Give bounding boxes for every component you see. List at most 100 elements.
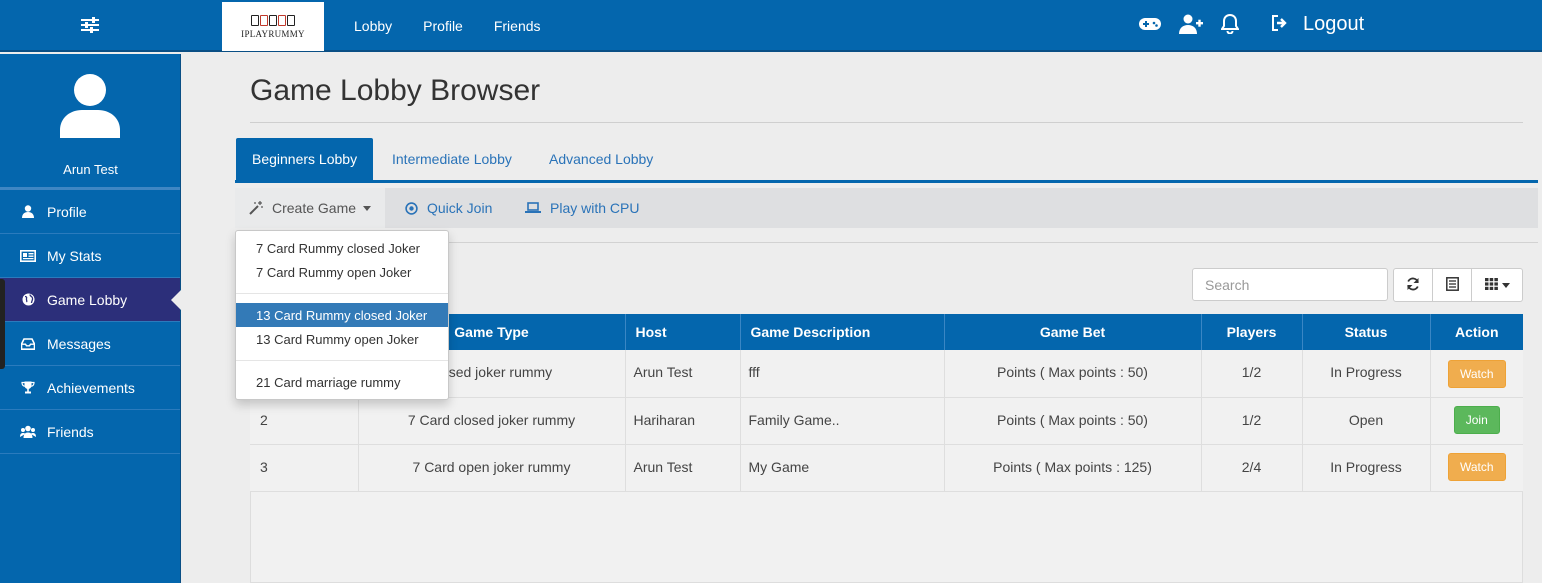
laptop-icon [525,202,541,214]
user-icon [20,205,36,218]
watch-button[interactable]: Watch [1447,452,1506,481]
target-icon [405,201,418,215]
list-view-icon [1445,276,1459,294]
brand-logo[interactable]: IPLAYRUMMY [222,2,324,51]
nav-profile-link[interactable]: Profile [423,18,463,34]
cell-description: fff [740,350,945,398]
cell-host: Hariharan [625,397,741,445]
column-header-action[interactable]: Action [1430,314,1523,350]
sidebar-item-game-lobby[interactable]: Game Lobby [0,278,181,322]
sidebar-item-friends[interactable]: Friends [0,410,180,454]
sidebar-item-messages[interactable]: Messages [0,322,180,366]
divider [250,122,1523,123]
sidebar: Arun Test Profile My Stats Game Lobby Me… [0,54,181,583]
bell-icon[interactable] [1221,14,1239,34]
play-with-cpu-button[interactable]: Play with CPU [525,188,639,228]
refresh-icon [1406,277,1420,294]
globe-icon [20,293,36,306]
refresh-button[interactable] [1393,268,1433,302]
table-row[interactable]: 3 7 Card open joker rummy Arun Test My G… [250,444,1523,492]
nav-friends-link[interactable]: Friends [494,18,541,34]
top-icons: Logout [1139,10,1364,38]
cell-game-bet: Points ( Max points : 50) [944,397,1202,445]
sidebar-item-my-stats[interactable]: My Stats [0,234,180,278]
tab-intermediate-lobby[interactable]: Intermediate Lobby [392,138,512,180]
create-game-button[interactable]: Create Game [235,188,386,228]
stats-card-icon [20,249,36,262]
logout-label: Logout [1303,12,1365,35]
create-game-dropdown-menu: 7 Card Rummy closed Joker 7 Card Rummy o… [235,230,449,400]
cell-action: Watch [1430,350,1523,398]
sliders-icon [81,16,99,36]
cell-game-bet: Points ( Max points : 125) [944,444,1202,492]
chevron-down-icon [363,205,372,211]
gamepad-icon[interactable] [1139,17,1161,31]
sidebar-item-label: Friends [47,423,94,440]
column-header-game-description[interactable]: Game Description [740,314,945,350]
menu-divider [236,293,448,294]
column-header-players[interactable]: Players [1201,314,1303,350]
cell-host: Arun Test [625,444,741,492]
sidebar-item-label: Game Lobby [47,291,128,308]
cell-players: 1/2 [1201,397,1303,445]
add-user-icon[interactable] [1179,14,1203,34]
cell-status: In Progress [1302,444,1431,492]
cards-logo-graphic [251,14,295,26]
magic-wand-icon [249,201,263,215]
search-input[interactable] [1192,268,1388,301]
cell-id: 3 [250,444,359,492]
toggle-view-button[interactable] [1433,268,1472,302]
top-navbar: IPLAYRUMMY Lobby Profile Friends Logout [0,0,1542,52]
inbox-icon [20,337,36,350]
menu-item-13-card-closed-joker[interactable]: 13 Card Rummy closed Joker [236,303,448,327]
play-with-cpu-label: Play with CPU [550,200,640,216]
sidebar-item-label: My Stats [47,247,102,264]
nav-lobby-link[interactable]: Lobby [354,18,392,34]
profile-area: Arun Test [0,54,180,190]
create-game-label: Create Game [272,200,357,216]
join-button[interactable]: Join [1453,405,1500,434]
trophy-icon [20,381,36,394]
menu-item-13-card-open-joker[interactable]: 13 Card Rummy open Joker [236,327,448,351]
column-header-host[interactable]: Host [625,314,741,350]
quick-join-label: Quick Join [427,200,493,216]
column-header-game-bet[interactable]: Game Bet [944,314,1202,350]
cell-players: 1/2 [1201,350,1303,398]
cell-players: 2/4 [1201,444,1303,492]
tab-advanced-lobby[interactable]: Advanced Lobby [549,138,653,180]
avatar[interactable] [58,72,122,141]
top-nav-links: Lobby Profile Friends [354,0,572,52]
cell-description: Family Game.. [740,397,945,445]
sidebar-item-label: Messages [47,335,111,352]
lobby-toolbar: Create Game Quick Join Play with CPU [235,188,1538,228]
column-header-status[interactable]: Status [1302,314,1431,350]
cell-host: Arun Test [625,350,741,398]
watch-button[interactable]: Watch [1447,360,1506,388]
columns-icon [1484,277,1498,293]
username: Arun Test [63,162,118,177]
cell-status: In Progress [1302,350,1431,398]
menu-divider [236,360,448,361]
tab-beginners-lobby[interactable]: Beginners Lobby [236,138,374,180]
window-edge [0,279,5,369]
menu-item-7-card-closed-joker[interactable]: 7 Card Rummy closed Joker [236,236,448,260]
logo-text: IPLAYRUMMY [241,28,305,39]
chevron-down-icon [1501,282,1510,288]
quick-join-button[interactable]: Quick Join [405,188,492,228]
table-row[interactable]: 2 7 Card closed joker rummy Hariharan Fa… [250,397,1523,445]
sidebar-item-achievements[interactable]: Achievements [0,366,180,410]
sidebar-item-profile[interactable]: Profile [0,190,180,234]
sidebar-item-label: Profile [47,203,87,220]
cell-game-type: 7 Card open joker rummy [358,444,626,492]
logout-button[interactable]: Logout [1271,13,1364,36]
cell-action: Join [1430,397,1523,445]
page-title: Game Lobby Browser [250,74,541,107]
menu-item-21-card-marriage[interactable]: 21 Card marriage rummy [236,370,448,394]
sidebar-toggle-button[interactable] [0,0,180,52]
menu-item-7-card-open-joker[interactable]: 7 Card Rummy open Joker [236,260,448,284]
users-icon [20,425,36,438]
columns-button[interactable] [1472,268,1523,302]
lobby-tabs: Beginners Lobby Intermediate Lobby Advan… [235,138,1538,183]
sidebar-item-label: Achievements [47,379,135,396]
cell-status: Open [1302,397,1431,445]
